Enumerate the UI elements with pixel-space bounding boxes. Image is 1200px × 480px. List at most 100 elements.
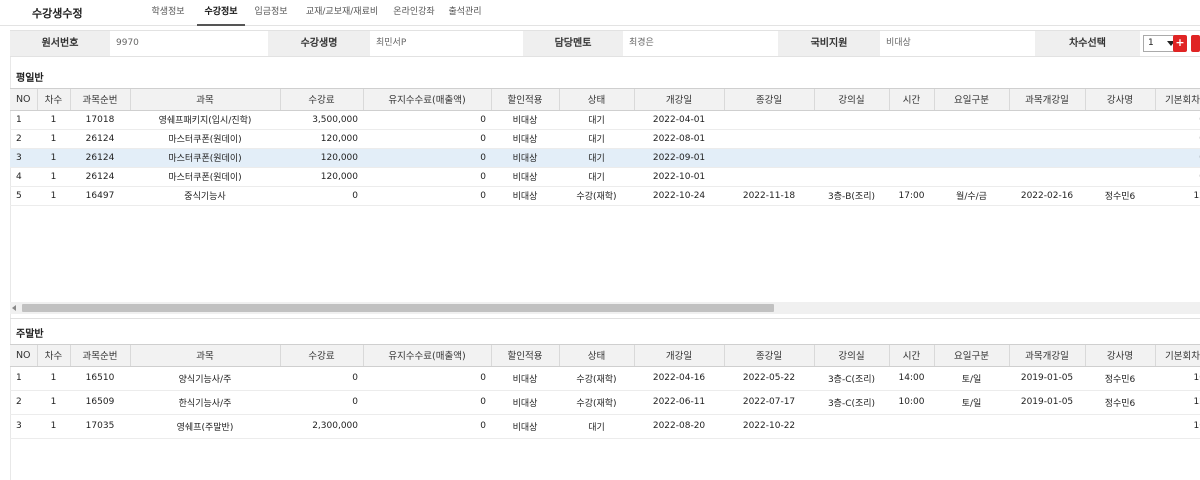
remove-chasu-button[interactable] [1191, 35, 1200, 52]
table-row[interactable]: 4 1 26124 마스터쿠폰(원데이) 120,000 0 비대상 대기 2022-10-01… [10, 167, 1200, 187]
section-separator [10, 318, 1200, 319]
cell-no: 2 [10, 129, 37, 149]
cell-fee: 0 [280, 390, 363, 415]
student-name-value: 최민서P [370, 31, 523, 56]
column-header-end-date[interactable]: 종강일 [724, 345, 815, 367]
column-header-end-date[interactable]: 종강일 [724, 89, 815, 111]
cell-fee: 120,000 [280, 148, 363, 168]
column-header-instructor[interactable]: 강사명 [1085, 89, 1156, 111]
cell-course: 한식기능사/주 [130, 390, 280, 415]
cell-end-date [724, 129, 814, 149]
cell-time [889, 129, 934, 149]
column-header-classroom[interactable]: 강의실 [814, 345, 890, 367]
chasu-select-label: 차수선택 [1035, 31, 1140, 56]
cell-time [889, 167, 934, 187]
column-header-start-date[interactable]: 개강일 [634, 89, 725, 111]
cell-instructor: 정수민6 [1085, 186, 1155, 206]
table-row[interactable]: 1 1 17018 영쉐프패키지(입시/진학) 3,500,000 0 비대상 대기 2022-… [10, 110, 1200, 130]
cell-start-date: 2022-04-01 [634, 110, 724, 130]
tab-attendance[interactable]: 출석관리 [442, 0, 488, 26]
column-header-chasu[interactable]: 차수 [37, 345, 71, 367]
column-header-course-seq[interactable]: 과목순번 [70, 345, 131, 367]
weekday-section-title: 평일반 [16, 73, 44, 84]
cell-days: 토/일 [934, 390, 1009, 415]
tab-student-info[interactable]: 학생정보 [145, 0, 191, 26]
column-header-course-start[interactable]: 과목개강일 [1009, 345, 1086, 367]
column-header-fee[interactable]: 수강료 [280, 345, 364, 367]
cell-fee: 2,300,000 [280, 414, 363, 439]
cell-end-date: 2022-11-18 [724, 186, 814, 206]
table-row[interactable]: 3 1 17035 영쉐프(주말반) 2,300,000 0 비대상 대기 2022-08-20… [10, 414, 1200, 439]
cell-course-seq: 16509 [70, 390, 130, 415]
table-row[interactable]: 2 1 16509 한식기능사/주 0 0 비대상 수강(재학) 2022-06-11 2022-… [10, 390, 1200, 415]
column-header-maint-fee[interactable]: 유지수수료(매출액) [363, 89, 492, 111]
column-header-course-seq[interactable]: 과목순번 [70, 89, 131, 111]
cell-status: 대기 [559, 129, 634, 149]
column-header-base-session[interactable]: 기본회차 [1155, 345, 1200, 367]
column-header-maint-fee[interactable]: 유지수수료(매출액) [363, 345, 492, 367]
tab-materials[interactable]: 교재/교보재/재료비 [299, 0, 385, 26]
column-header-classroom[interactable]: 강의실 [814, 89, 890, 111]
column-header-instructor[interactable]: 강사명 [1085, 345, 1156, 367]
cell-classroom: 3층-C(조리) [814, 390, 889, 415]
column-header-no[interactable]: NO [10, 89, 38, 111]
table-row[interactable]: 2 1 26124 마스터쿠폰(원데이) 120,000 0 비대상 대기 2022-08-01… [10, 129, 1200, 149]
cell-no: 3 [10, 414, 37, 439]
column-header-course-start[interactable]: 과목개강일 [1009, 89, 1086, 111]
student-name-label: 수강생명 [268, 31, 370, 56]
column-header-course[interactable]: 과목 [130, 345, 281, 367]
table-header-row: NO 차수 과목순번 과목 수강료 유지수수료(매출액) 할인적용 상태 개강일 종강일 강의실 시간… [10, 345, 1200, 367]
column-header-time[interactable]: 시간 [889, 345, 935, 367]
cell-fee: 120,000 [280, 167, 363, 187]
cell-course-seq: 26124 [70, 148, 130, 168]
cell-base-session: 0 [1155, 110, 1200, 130]
column-header-status[interactable]: 상태 [559, 89, 635, 111]
add-chasu-button[interactable]: + [1173, 35, 1187, 52]
tab-payment-info[interactable]: 입금정보 [249, 0, 293, 26]
application-number-value: 9970 [110, 31, 268, 56]
cell-instructor [1085, 167, 1155, 187]
cell-discount: 비대상 [491, 110, 559, 130]
column-header-chasu[interactable]: 차수 [37, 89, 71, 111]
cell-discount: 비대상 [491, 167, 559, 187]
column-header-days[interactable]: 요일구분 [934, 345, 1010, 367]
column-header-discount[interactable]: 할인적용 [491, 89, 560, 111]
table-row[interactable]: 5 1 16497 중식기능사 0 0 비대상 수강(재학) 2022-10-24 2022-11… [10, 186, 1200, 206]
column-header-discount[interactable]: 할인적용 [491, 345, 560, 367]
table-row[interactable]: 1 1 16510 양식기능사/주 0 0 비대상 수강(재학) 2022-04-16 2022-… [10, 366, 1200, 391]
cell-base-session: 10 [1155, 366, 1200, 391]
column-header-no[interactable]: NO [10, 345, 38, 367]
cell-instructor [1085, 414, 1155, 439]
scrollbar-thumb[interactable] [22, 304, 774, 312]
cell-base-session: 0 [1155, 148, 1200, 168]
cell-maint-fee: 0 [363, 110, 491, 130]
horizontal-scrollbar[interactable] [10, 302, 1200, 314]
cell-classroom [814, 129, 889, 149]
cell-end-date [724, 148, 814, 168]
scroll-left-icon[interactable] [12, 305, 16, 311]
tab-online-course[interactable]: 온라인강좌 [389, 0, 439, 26]
cell-base-session: 12 [1155, 186, 1200, 206]
column-header-status[interactable]: 상태 [559, 345, 635, 367]
column-header-time[interactable]: 시간 [889, 89, 935, 111]
cell-maint-fee: 0 [363, 148, 491, 168]
column-header-days[interactable]: 요일구분 [934, 89, 1010, 111]
cell-course-start: 2022-02-16 [1009, 186, 1085, 206]
cell-course-seq: 16497 [70, 186, 130, 206]
column-header-start-date[interactable]: 개강일 [634, 345, 725, 367]
cell-days [934, 414, 1009, 439]
cell-time [889, 414, 934, 439]
gov-support-value: 비대상 [880, 31, 1035, 56]
column-header-fee[interactable]: 수강료 [280, 89, 364, 111]
cell-chasu: 1 [37, 148, 70, 168]
cell-discount: 비대상 [491, 186, 559, 206]
cell-instructor [1085, 148, 1155, 168]
column-header-base-session[interactable]: 기본회차 [1155, 89, 1200, 111]
tab-course-info[interactable]: 수강정보 [197, 0, 245, 26]
cell-no: 1 [10, 366, 37, 391]
table-row[interactable]: 3 1 26124 마스터쿠폰(원데이) 120,000 0 비대상 대기 2022-09-01… [10, 148, 1200, 168]
cell-start-date: 2022-10-01 [634, 167, 724, 187]
column-header-course[interactable]: 과목 [130, 89, 281, 111]
cell-chasu: 1 [37, 186, 70, 206]
cell-course-start [1009, 110, 1085, 130]
